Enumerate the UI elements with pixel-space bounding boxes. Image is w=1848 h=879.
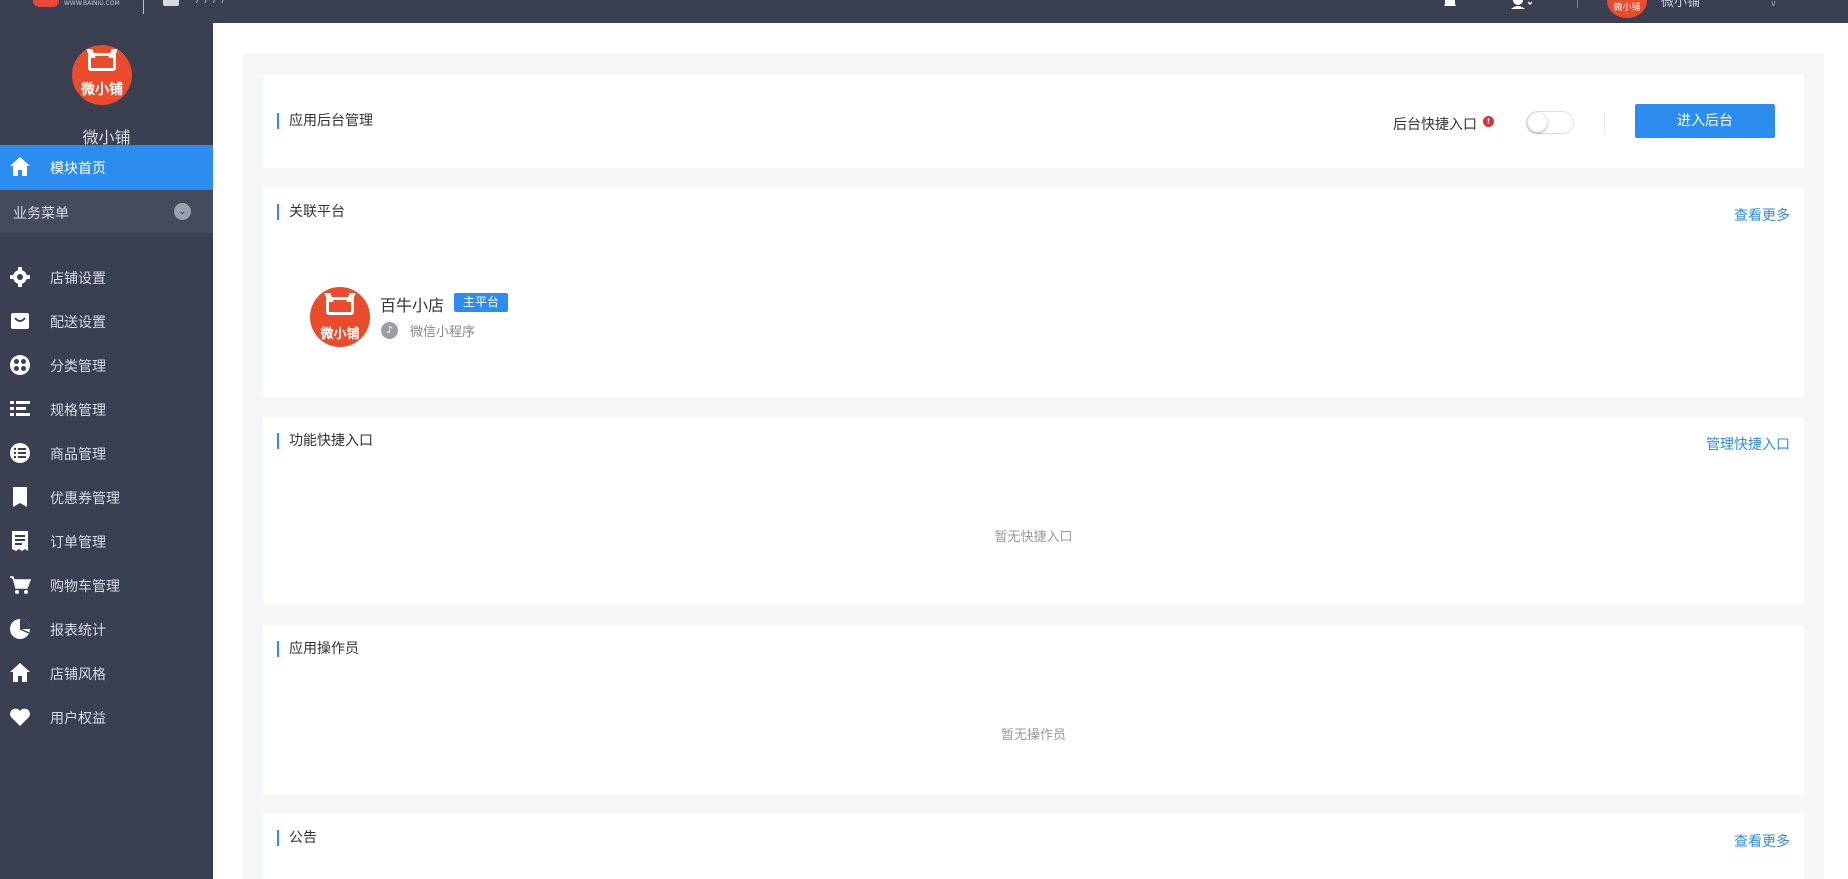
shortcut-empty-text: 暂无快捷入口 [994, 530, 1073, 545]
bell-icon[interactable] [1443, 0, 1457, 7]
operator-card-title: 应用操作员 [277, 641, 359, 657]
order-icon [9, 530, 31, 552]
sidebar-item-label: 配送设置 [50, 315, 106, 331]
brand-logo-text: 微小铺 [81, 82, 123, 98]
sidebar-item-goods[interactable]: 商品管理 [0, 431, 213, 475]
business-menu-label: 业务菜单 [13, 206, 69, 222]
quick-entry-toggle[interactable] [1526, 111, 1574, 134]
sidebar-item-label: 店铺设置 [50, 271, 106, 287]
sidebar-item-label: 订单管理 [50, 535, 106, 551]
sidebar-item-label: 优惠券管理 [50, 491, 120, 507]
warning-icon[interactable]: ! [1483, 116, 1494, 127]
quick-entry-label: 后台快捷入口 [1393, 117, 1477, 133]
sidebar-item-spec[interactable]: 规格管理 [0, 387, 213, 431]
shop-name[interactable]: 百牛小店 [380, 292, 444, 316]
heart-icon [9, 706, 31, 728]
sidebar-item-home[interactable]: 模块首页 [0, 145, 213, 190]
sidebar-item-category[interactable]: 分类管理 [0, 343, 213, 387]
topbar-divider [143, 0, 144, 14]
chevron-down-icon[interactable]: ∨ [1770, 0, 1777, 9]
sidebar-item-delivery-settings[interactable]: 配送设置 [0, 299, 213, 343]
backend-card-title: 应用后台管理 [277, 113, 373, 129]
company-logo-subtext: WWW.BAINIU.COM [64, 0, 120, 7]
user-name[interactable]: 微小铺 [1661, 0, 1700, 10]
delivery-icon [9, 310, 31, 332]
goods-list-icon [9, 442, 31, 464]
shop-logo-text: 微小铺 [320, 327, 360, 342]
sidebar-item-label: 购物车管理 [50, 579, 120, 595]
topbar-divider-right [1577, 0, 1578, 8]
sidebar-item-coupon[interactable]: 优惠券管理 [0, 475, 213, 519]
business-menu-group[interactable]: 业务菜单 ⌄ [0, 190, 213, 233]
user-avatar-text: 微小铺 [1613, 3, 1641, 13]
sidebar-item-label: 用户权益 [50, 711, 106, 727]
spec-icon [9, 398, 31, 420]
user-avatar[interactable]: 微小铺 [1607, 0, 1647, 18]
gear-icon [9, 266, 31, 288]
sidebar-item-label: 报表统计 [50, 623, 106, 639]
main-platform-badge: 主平台 [454, 293, 509, 312]
sidebar-item-label: 分类管理 [50, 359, 106, 375]
platform-view-more-link[interactable]: 查看更多 [1734, 205, 1790, 225]
notice-view-more-link[interactable]: 查看更多 [1734, 831, 1790, 851]
brand-logo: 微小铺 [72, 45, 132, 105]
mini-program-label: 微信小程序 [410, 325, 476, 340]
operator-card: 应用操作员 [263, 625, 1804, 794]
sidebar-item-order[interactable]: 订单管理 [0, 519, 213, 563]
chevron-down-icon[interactable]: ⌄ [174, 203, 191, 220]
sidebar-item-label: 店铺风格 [50, 667, 106, 683]
user-icon[interactable] [1510, 0, 1532, 9]
notice-card-title: 公告 [277, 830, 317, 846]
manage-shortcuts-link[interactable]: 管理快捷入口 [1706, 434, 1790, 454]
toggle-knob [1528, 113, 1547, 132]
sidebar-item-reports[interactable]: 报表统计 [0, 607, 213, 651]
top-bar: WWW.BAINIU.COM / / / / 微小铺 微小铺 ∨ [0, 0, 1848, 23]
home-icon [9, 156, 31, 178]
cart-icon [9, 574, 31, 596]
sidebar-item-label: 规格管理 [50, 403, 106, 419]
company-logo-mark [33, 0, 59, 7]
platform-card-title: 关联平台 [277, 204, 345, 220]
sidebar-item-store-settings[interactable]: 店铺设置 [0, 255, 213, 299]
notice-card: 公告 查看更多 [263, 814, 1804, 879]
shortcut-card-title: 功能快捷入口 [277, 433, 373, 449]
pie-chart-icon [9, 618, 31, 640]
shortcut-card: 功能快捷入口 管理快捷入口 [263, 417, 1804, 604]
mini-program-icon: ♪ [381, 322, 398, 339]
brand-logo-basket [88, 53, 116, 71]
app-switch-icon[interactable] [163, 0, 179, 6]
category-icon [9, 354, 31, 376]
sidebar-item-store-style[interactable]: 店铺风格 [0, 651, 213, 695]
shop-logo-basket [326, 297, 354, 315]
sidebar-item-cart[interactable]: 购物车管理 [0, 563, 213, 607]
breadcrumb: / / / / [196, 0, 226, 6]
sidebar-item-label: 模块首页 [50, 161, 106, 177]
sidebar-item-label: 商品管理 [50, 447, 106, 463]
coupon-icon [9, 486, 31, 508]
store-style-icon [9, 662, 31, 684]
shop-logo[interactable]: 微小铺 [310, 287, 370, 347]
operator-empty-text: 暂无操作员 [1000, 728, 1066, 743]
enter-backend-button[interactable]: 进入后台 [1635, 104, 1775, 138]
company-logo[interactable]: WWW.BAINIU.COM [30, 0, 120, 10]
sidebar-item-user-rights[interactable]: 用户权益 [0, 695, 213, 739]
vertical-divider [1604, 112, 1605, 134]
